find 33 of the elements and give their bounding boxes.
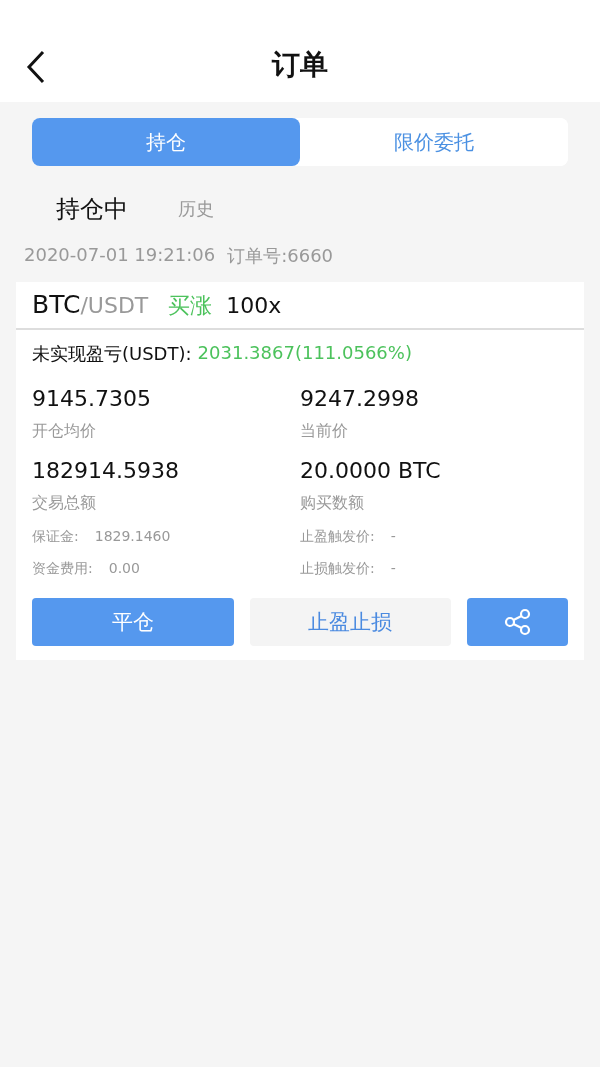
detail-value: -: [390, 560, 396, 578]
share-icon: [503, 608, 532, 636]
detail-value: 1829.1460: [94, 528, 171, 546]
share-button[interactable]: [467, 598, 568, 646]
stat-label: 购买数额: [300, 493, 365, 514]
stat-value: 20.0000 BTC: [300, 458, 442, 483]
leverage-label: 100x: [226, 293, 282, 318]
stat-value: 182914.5938: [32, 458, 180, 483]
detail-value: 0.00: [108, 560, 140, 578]
stat-label: 当前价: [300, 421, 349, 442]
sub-tab[interactable]: 历史: [168, 188, 224, 230]
side-label: 买涨: [168, 292, 213, 320]
take-profit-stop-loss-button[interactable]: 止盈止损: [249, 598, 452, 646]
close-position-button[interactable]: 平仓: [32, 598, 234, 646]
detail-label: 止损触发价:: [300, 560, 375, 578]
stat-label: 开仓均价: [32, 421, 97, 442]
quote-symbol: /USDT: [80, 293, 149, 318]
pnl-label: 未实现盈亏(USDT):: [32, 342, 192, 366]
detail-label: 止盈触发价:: [300, 528, 375, 546]
page-title: 订单: [272, 47, 328, 83]
order-time: 2020-07-01 19:21:06: [24, 244, 216, 267]
base-symbol: BTC: [32, 290, 81, 319]
sub-tab[interactable]: 持仓中: [56, 188, 128, 230]
back-icon[interactable]: [26, 50, 46, 84]
segment-tab[interactable]: 持仓: [32, 118, 300, 166]
stat-label: 交易总额: [32, 493, 97, 514]
pnl-value: 2031.3867(111.0566%): [197, 342, 412, 365]
detail-label: 资金费用:: [32, 560, 93, 578]
stat-value: 9145.7305: [32, 386, 152, 411]
stat-value: 9247.2998: [300, 386, 420, 411]
detail-value: -: [390, 528, 396, 546]
detail-label: 保证金:: [32, 528, 79, 546]
order-number: 订单号:6660: [227, 244, 334, 268]
